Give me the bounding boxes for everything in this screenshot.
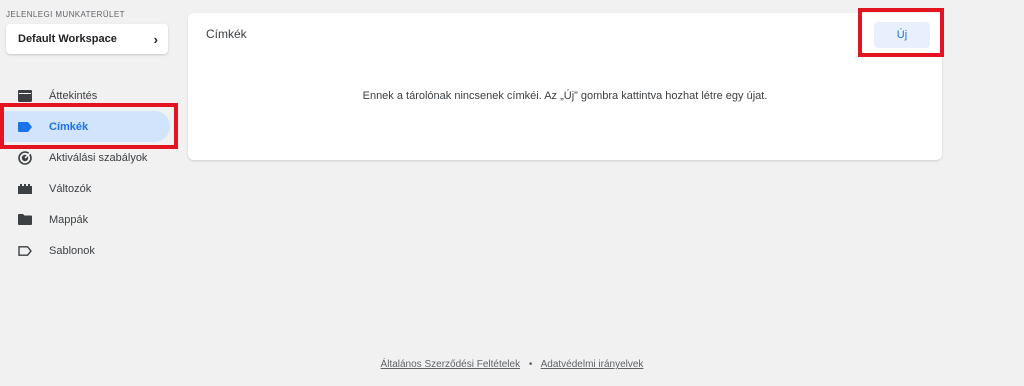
- trigger-icon: [18, 150, 32, 165]
- sidebar-item-tags[interactable]: Címkék: [0, 111, 170, 142]
- chevron-right-icon: ›: [153, 31, 158, 47]
- new-button[interactable]: Új: [874, 22, 930, 48]
- footer-separator: •: [528, 359, 533, 370]
- tag-icon: [18, 120, 32, 134]
- workspace-selector[interactable]: Default Workspace ›: [6, 24, 168, 54]
- sidebar-item-label: Változók: [49, 182, 92, 195]
- sidebar-item-label: Aktiválási szabályok: [49, 151, 148, 164]
- page: JELENLEGI MUNKATERÜLET Default Workspace…: [0, 0, 1024, 386]
- privacy-link[interactable]: Adatvédelmi irányelvek: [541, 359, 644, 370]
- sidebar-item-overview[interactable]: Áttekintés: [0, 80, 180, 111]
- sidebar-item-triggers[interactable]: Aktiválási szabályok: [0, 142, 180, 173]
- page-title: Címkék: [206, 27, 247, 41]
- sidebar-item-folders[interactable]: Mappák: [0, 204, 180, 235]
- overview-icon: [18, 89, 32, 103]
- sidebar-item-templates[interactable]: Sablonok: [0, 235, 180, 266]
- sidebar-item-label: Címkék: [49, 120, 89, 133]
- workspace-heading: JELENLEGI MUNKATERÜLET: [6, 10, 125, 19]
- sidebar: JELENLEGI MUNKATERÜLET Default Workspace…: [0, 0, 180, 300]
- terms-link[interactable]: Általános Szerződési Feltételek: [381, 359, 521, 370]
- workspace-name: Default Workspace: [18, 33, 117, 45]
- tags-card: Címkék Új Ennek a tárolónak nincsenek cí…: [188, 13, 942, 160]
- variables-icon: [18, 182, 32, 196]
- footer: Általános Szerződési Feltételek • Adatvé…: [0, 359, 1024, 370]
- sidebar-item-variables[interactable]: Változók: [0, 173, 180, 204]
- sidebar-item-label: Áttekintés: [49, 89, 98, 102]
- empty-state-message: Ennek a tárolónak nincsenek címkéi. Az „…: [362, 90, 768, 102]
- sidebar-nav: Áttekintés Címkék Aktiválási szabályok V…: [0, 80, 180, 266]
- sidebar-item-label: Mappák: [49, 213, 89, 226]
- folder-icon: [18, 213, 32, 227]
- sidebar-item-label: Sablonok: [49, 244, 95, 257]
- template-icon: [18, 244, 32, 258]
